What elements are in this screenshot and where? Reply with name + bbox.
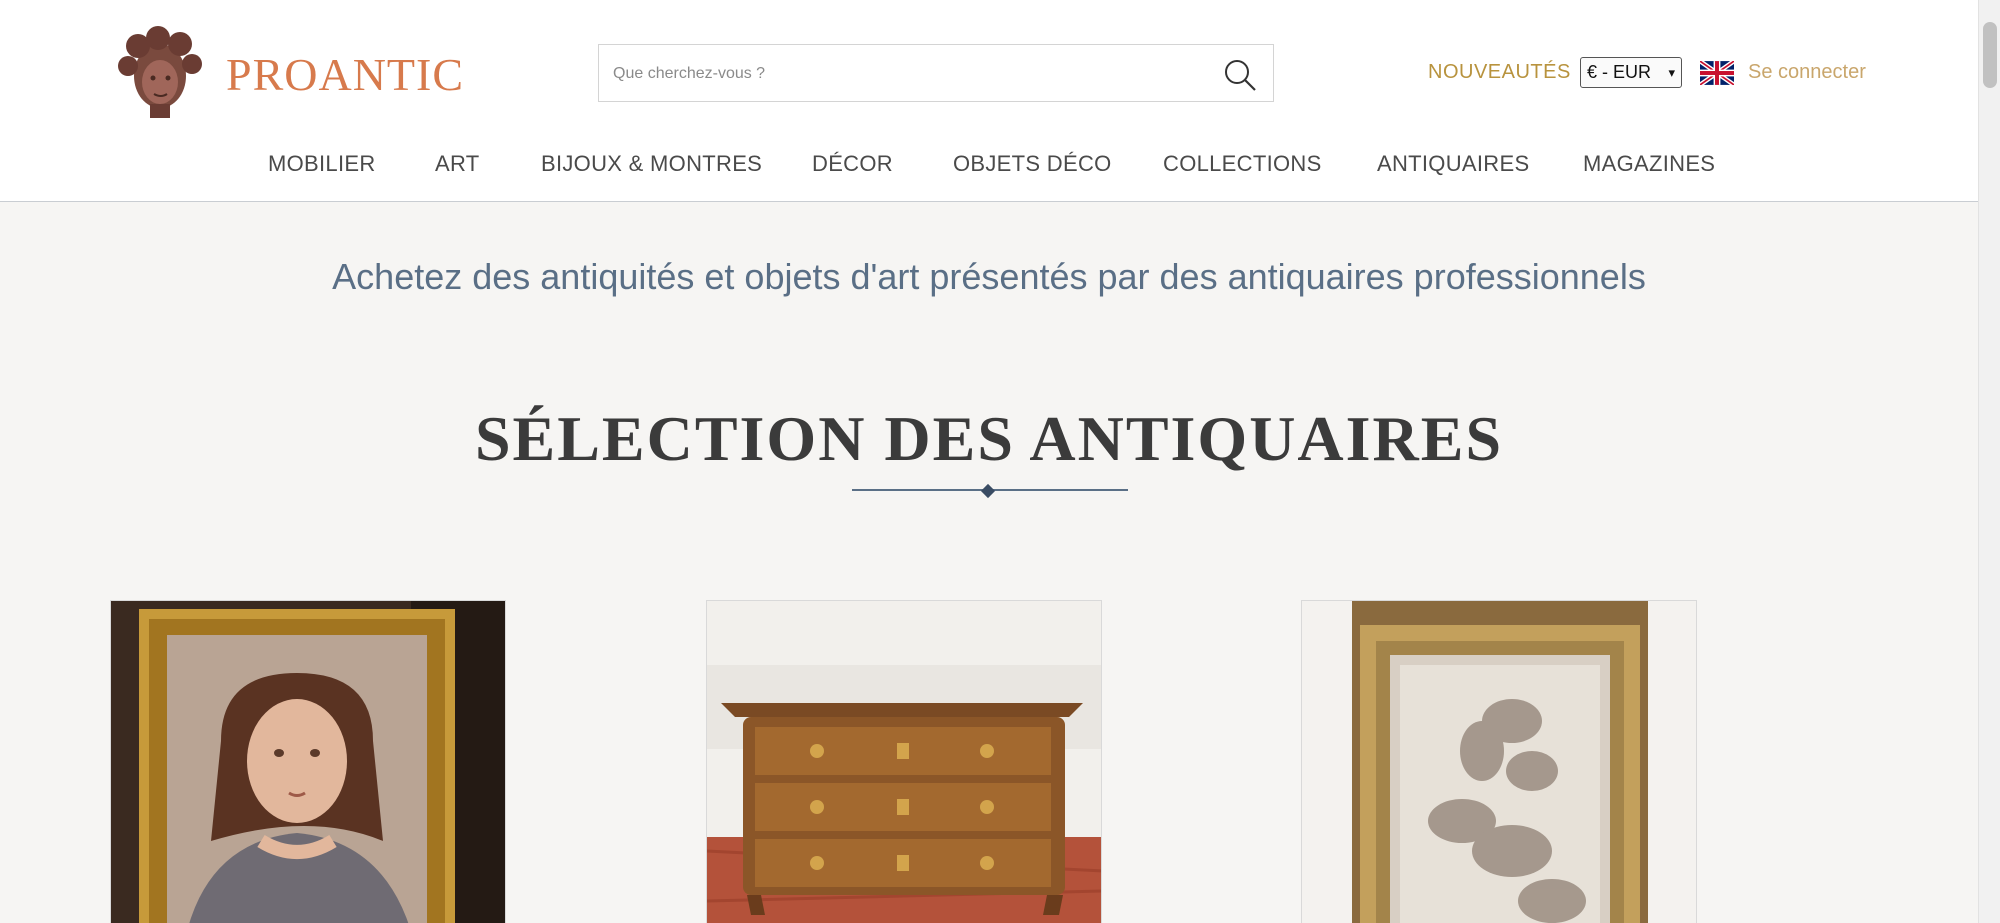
title-divider-diamond (980, 483, 996, 499)
nav-item-collections[interactable]: COLLECTIONS (1163, 151, 1322, 177)
antiquaire-card[interactable] (110, 600, 506, 923)
search-bar (598, 44, 1274, 102)
logo-text: PROANTIC (226, 49, 465, 100)
nav-item-antiquaires[interactable]: ANTIQUAIRES (1377, 151, 1529, 177)
page-tagline: Achetez des antiquités et objets d'art p… (332, 256, 1646, 297)
chevron-down-icon: ▾ (1668, 65, 1675, 80)
main-nav: MOBILIER ART BIJOUX & MONTRES DÉCOR OBJE… (108, 124, 1848, 202)
page-scrollbar[interactable] (1978, 0, 2000, 923)
search-icon[interactable] (1223, 58, 1257, 92)
nav-item-decor[interactable]: DÉCOR (812, 151, 893, 177)
nouveautes-link[interactable]: NOUVEAUTÉS (1428, 61, 1571, 84)
scrollbar-thumb[interactable] (1983, 22, 1997, 88)
nav-item-bijoux-montres[interactable]: BIJOUX & MONTRES (541, 151, 762, 177)
antiquaire-card[interactable] (1301, 600, 1697, 923)
card-image-drawing (1302, 601, 1696, 923)
login-link[interactable]: Se connecter (1748, 61, 1866, 84)
nav-item-mobilier[interactable]: MOBILIER (268, 151, 376, 177)
uk-flag-icon[interactable] (1700, 61, 1734, 85)
nav-item-art[interactable]: ART (435, 151, 480, 177)
logo-head-icon (118, 26, 202, 118)
card-image-commode (707, 601, 1101, 923)
section-title: SÉLECTION DES ANTIQUAIRES (474, 403, 1504, 474)
logo-link[interactable]: PROANTIC (108, 20, 463, 122)
site-header: PROANTIC NOUVEAUTÉS € - EUR ▾ Se connect… (0, 0, 1978, 202)
antiquaires-selection (108, 600, 1848, 923)
card-image-portrait (111, 601, 505, 923)
nav-item-objets-deco[interactable]: OBJETS DÉCO (953, 151, 1112, 177)
currency-select[interactable]: € - EUR ▾ (1580, 57, 1682, 88)
currency-value: € - EUR (1587, 62, 1652, 82)
antiquaire-card[interactable] (706, 600, 1102, 923)
search-input[interactable] (613, 59, 1193, 89)
nav-item-magazines[interactable]: MAGAZINES (1583, 151, 1715, 177)
